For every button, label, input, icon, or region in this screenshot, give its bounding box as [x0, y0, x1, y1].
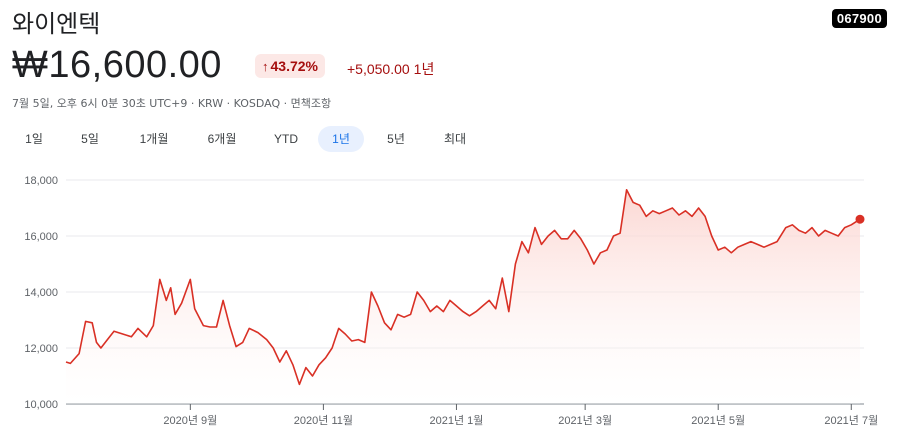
y-tick-label: 16,000	[24, 231, 58, 243]
y-axis-labels: 10,000 12,000 14,000 16,000 18,000	[24, 175, 58, 411]
x-tick-label: 2020년 9월	[163, 414, 217, 427]
change-absolute: +5,050.00 1년	[347, 59, 438, 79]
arrow-up-icon: ↑	[262, 59, 269, 74]
tab-1y[interactable]: 1년	[318, 126, 364, 152]
y-tick-label: 10,000	[24, 399, 58, 411]
change-percent: 43.72%	[270, 58, 318, 74]
change-percent-badge: ↑ 43.72%	[255, 54, 325, 78]
tab-5d[interactable]: 5일	[70, 126, 110, 152]
tab-5y[interactable]: 5년	[376, 126, 416, 152]
tab-6m[interactable]: 6개월	[194, 126, 250, 152]
price-chart: 10,00012,00014,00016,00018,000 2020년 9월 2…	[24, 175, 878, 427]
ticker-badge: 067900	[831, 9, 887, 28]
x-tick-label: 2021년 3월	[558, 414, 612, 427]
tab-max[interactable]: 최대	[432, 126, 478, 152]
price-area	[66, 189, 860, 404]
tab-ytd[interactable]: YTD	[264, 126, 308, 152]
y-tick-label: 14,000	[24, 287, 58, 299]
x-tick-label: 2021년 1월	[430, 414, 484, 427]
change-period: 1년	[413, 61, 435, 77]
current-price: ₩16,600.00	[12, 44, 222, 86]
company-name: 와이엔텍	[12, 10, 101, 38]
tab-1m[interactable]: 1개월	[126, 126, 182, 152]
x-tick-label: 2020년 11월	[294, 414, 353, 427]
change-amount: +5,050.00	[347, 61, 410, 77]
x-tick-label: 2021년 5월	[691, 414, 745, 427]
x-tick-label: 2021년 7월	[824, 414, 878, 427]
x-axis-ticks: 2020년 9월 2020년 11월 2021년 1월 2021년 3월 2021년 5…	[163, 404, 878, 427]
y-tick-label: 12,000	[24, 343, 58, 355]
quote-meta: 7월 5일, 오후 6시 0분 30초 UTC+9 · KRW · KOSDAQ…	[12, 97, 332, 110]
y-tick-label: 18,000	[24, 175, 58, 187]
tab-1d[interactable]: 1일	[14, 126, 54, 152]
last-price-marker	[855, 214, 865, 224]
